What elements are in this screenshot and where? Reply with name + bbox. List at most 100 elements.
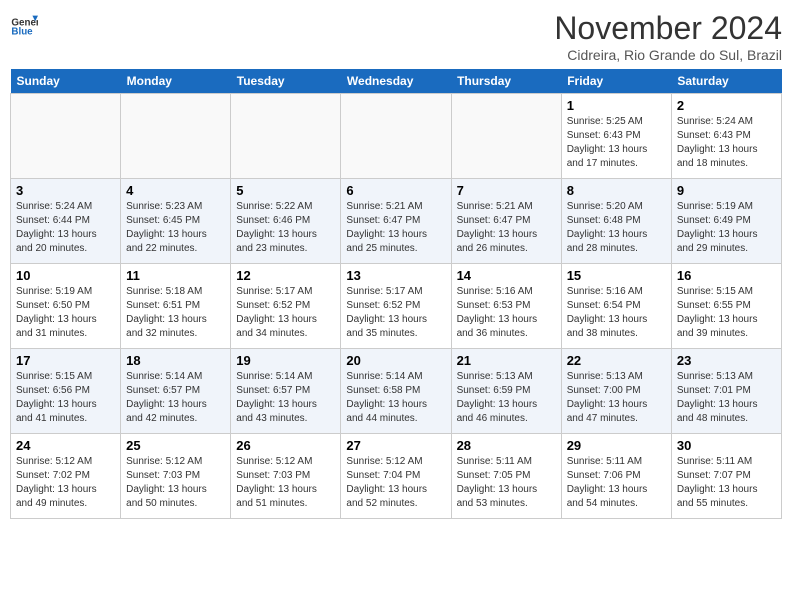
title-block: November 2024 Cidreira, Rio Grande do Su… (554, 10, 782, 63)
month-title: November 2024 (554, 10, 782, 47)
weekday-header-monday: Monday (121, 69, 231, 94)
calendar-cell: 24Sunrise: 5:12 AM Sunset: 7:02 PM Dayli… (11, 434, 121, 519)
day-info: Sunrise: 5:13 AM Sunset: 7:00 PM Dayligh… (567, 370, 666, 426)
calendar-cell: 10Sunrise: 5:19 AM Sunset: 6:50 PM Dayli… (11, 264, 121, 349)
day-number: 9 (677, 183, 776, 198)
calendar-cell: 28 Sunrise: 5:11 AM Sunset: 7:05 PM Dayli… (451, 434, 561, 519)
calendar-cell: 6 Sunrise: 5:21 AM Sunset: 6:47 PM Daylig… (341, 179, 451, 264)
day-info: Sunrise: 5:21 AM Sunset: 6:47 PM Dayligh… (346, 200, 445, 256)
day-number: 7 (457, 183, 556, 198)
calendar-cell: 22Sunrise: 5:13 AM Sunset: 7:00 PM Dayli… (561, 349, 671, 434)
day-number: 21 (457, 353, 556, 368)
day-number: 16 (677, 268, 776, 283)
calendar-cell: 21 Sunrise: 5:13 AM Sunset: 6:59 PM Dayli… (451, 349, 561, 434)
day-info: Sunrise: 5:23 AM Sunset: 6:45 PM Dayligh… (126, 200, 225, 256)
calendar-cell (451, 94, 561, 179)
day-number: 17 (16, 353, 115, 368)
day-number: 19 (236, 353, 335, 368)
day-number: 14 (457, 268, 556, 283)
day-info: Sunrise: 5:11 AM Sunset: 7:05 PM Dayligh… (457, 455, 556, 511)
calendar-cell: 4 Sunrise: 5:23 AM Sunset: 6:45 PM Daylig… (121, 179, 231, 264)
calendar-cell: 7 Sunrise: 5:21 AM Sunset: 6:47 PM Daylig… (451, 179, 561, 264)
calendar-cell (11, 94, 121, 179)
day-number: 12 (236, 268, 335, 283)
calendar-cell: 25 Sunrise: 5:12 AM Sunset: 7:03 PM Dayli… (121, 434, 231, 519)
week-row-1: 1 Sunrise: 5:25 AM Sunset: 6:43 PM Daylig… (11, 94, 782, 179)
day-number: 3 (16, 183, 115, 198)
day-info: Sunrise: 5:17 AM Sunset: 6:52 PM Dayligh… (346, 285, 445, 341)
logo-icon: General Blue (10, 10, 38, 38)
calendar-cell: 17Sunrise: 5:15 AM Sunset: 6:56 PM Dayli… (11, 349, 121, 434)
day-info: Sunrise: 5:25 AM Sunset: 6:43 PM Dayligh… (567, 115, 666, 171)
day-number: 1 (567, 98, 666, 113)
calendar-cell: 16Sunrise: 5:15 AM Sunset: 6:55 PM Dayli… (671, 264, 781, 349)
calendar-cell: 19 Sunrise: 5:14 AM Sunset: 6:57 PM Dayli… (231, 349, 341, 434)
svg-text:Blue: Blue (11, 27, 33, 38)
weekday-header-thursday: Thursday (451, 69, 561, 94)
day-info: Sunrise: 5:14 AM Sunset: 6:58 PM Dayligh… (346, 370, 445, 426)
day-info: Sunrise: 5:14 AM Sunset: 6:57 PM Dayligh… (126, 370, 225, 426)
day-info: Sunrise: 5:17 AM Sunset: 6:52 PM Dayligh… (236, 285, 335, 341)
day-info: Sunrise: 5:12 AM Sunset: 7:02 PM Dayligh… (16, 455, 115, 511)
week-row-4: 17Sunrise: 5:15 AM Sunset: 6:56 PM Dayli… (11, 349, 782, 434)
day-number: 29 (567, 438, 666, 453)
calendar-cell: 20 Sunrise: 5:14 AM Sunset: 6:58 PM Dayli… (341, 349, 451, 434)
weekday-header-saturday: Saturday (671, 69, 781, 94)
weekday-header-friday: Friday (561, 69, 671, 94)
day-info: Sunrise: 5:16 AM Sunset: 6:53 PM Dayligh… (457, 285, 556, 341)
day-info: Sunrise: 5:20 AM Sunset: 6:48 PM Dayligh… (567, 200, 666, 256)
calendar-cell: 30Sunrise: 5:11 AM Sunset: 7:07 PM Dayli… (671, 434, 781, 519)
day-info: Sunrise: 5:12 AM Sunset: 7:04 PM Dayligh… (346, 455, 445, 511)
weekday-header-row: SundayMondayTuesdayWednesdayThursdayFrid… (11, 69, 782, 94)
calendar-cell: 12 Sunrise: 5:17 AM Sunset: 6:52 PM Dayli… (231, 264, 341, 349)
page-header: General Blue November 2024 Cidreira, Rio… (10, 10, 782, 63)
week-row-2: 3 Sunrise: 5:24 AM Sunset: 6:44 PM Daylig… (11, 179, 782, 264)
calendar-cell: 15 Sunrise: 5:16 AM Sunset: 6:54 PM Dayli… (561, 264, 671, 349)
calendar-cell: 27 Sunrise: 5:12 AM Sunset: 7:04 PM Dayli… (341, 434, 451, 519)
day-number: 25 (126, 438, 225, 453)
day-info: Sunrise: 5:18 AM Sunset: 6:51 PM Dayligh… (126, 285, 225, 341)
calendar-cell: 9 Sunrise: 5:19 AM Sunset: 6:49 PM Daylig… (671, 179, 781, 264)
calendar-cell (121, 94, 231, 179)
day-number: 6 (346, 183, 445, 198)
day-number: 4 (126, 183, 225, 198)
day-info: Sunrise: 5:19 AM Sunset: 6:49 PM Dayligh… (677, 200, 776, 256)
calendar-cell: 11 Sunrise: 5:18 AM Sunset: 6:51 PM Dayli… (121, 264, 231, 349)
day-number: 15 (567, 268, 666, 283)
week-row-3: 10Sunrise: 5:19 AM Sunset: 6:50 PM Dayli… (11, 264, 782, 349)
calendar-cell: 8 Sunrise: 5:20 AM Sunset: 6:48 PM Daylig… (561, 179, 671, 264)
calendar-cell: 14 Sunrise: 5:16 AM Sunset: 6:53 PM Dayli… (451, 264, 561, 349)
logo: General Blue (10, 10, 38, 38)
calendar-cell: 18 Sunrise: 5:14 AM Sunset: 6:57 PM Dayli… (121, 349, 231, 434)
day-number: 18 (126, 353, 225, 368)
day-info: Sunrise: 5:22 AM Sunset: 6:46 PM Dayligh… (236, 200, 335, 256)
calendar-cell (231, 94, 341, 179)
day-info: Sunrise: 5:11 AM Sunset: 7:06 PM Dayligh… (567, 455, 666, 511)
day-number: 28 (457, 438, 556, 453)
day-number: 11 (126, 268, 225, 283)
day-number: 8 (567, 183, 666, 198)
day-info: Sunrise: 5:12 AM Sunset: 7:03 PM Dayligh… (126, 455, 225, 511)
location: Cidreira, Rio Grande do Sul, Brazil (554, 47, 782, 63)
day-number: 23 (677, 353, 776, 368)
calendar-cell: 26Sunrise: 5:12 AM Sunset: 7:03 PM Dayli… (231, 434, 341, 519)
calendar-cell: 1 Sunrise: 5:25 AM Sunset: 6:43 PM Daylig… (561, 94, 671, 179)
calendar-cell: 2 Sunrise: 5:24 AM Sunset: 6:43 PM Daylig… (671, 94, 781, 179)
day-info: Sunrise: 5:16 AM Sunset: 6:54 PM Dayligh… (567, 285, 666, 341)
day-number: 26 (236, 438, 335, 453)
day-number: 27 (346, 438, 445, 453)
weekday-header-tuesday: Tuesday (231, 69, 341, 94)
day-info: Sunrise: 5:13 AM Sunset: 6:59 PM Dayligh… (457, 370, 556, 426)
day-info: Sunrise: 5:19 AM Sunset: 6:50 PM Dayligh… (16, 285, 115, 341)
day-info: Sunrise: 5:24 AM Sunset: 6:43 PM Dayligh… (677, 115, 776, 171)
day-number: 5 (236, 183, 335, 198)
day-number: 2 (677, 98, 776, 113)
calendar-cell (341, 94, 451, 179)
calendar-cell: 29 Sunrise: 5:11 AM Sunset: 7:06 PM Dayli… (561, 434, 671, 519)
day-number: 20 (346, 353, 445, 368)
calendar-table: SundayMondayTuesdayWednesdayThursdayFrid… (10, 69, 782, 519)
calendar-cell: 13Sunrise: 5:17 AM Sunset: 6:52 PM Dayli… (341, 264, 451, 349)
day-info: Sunrise: 5:24 AM Sunset: 6:44 PM Dayligh… (16, 200, 115, 256)
day-info: Sunrise: 5:14 AM Sunset: 6:57 PM Dayligh… (236, 370, 335, 426)
day-info: Sunrise: 5:21 AM Sunset: 6:47 PM Dayligh… (457, 200, 556, 256)
